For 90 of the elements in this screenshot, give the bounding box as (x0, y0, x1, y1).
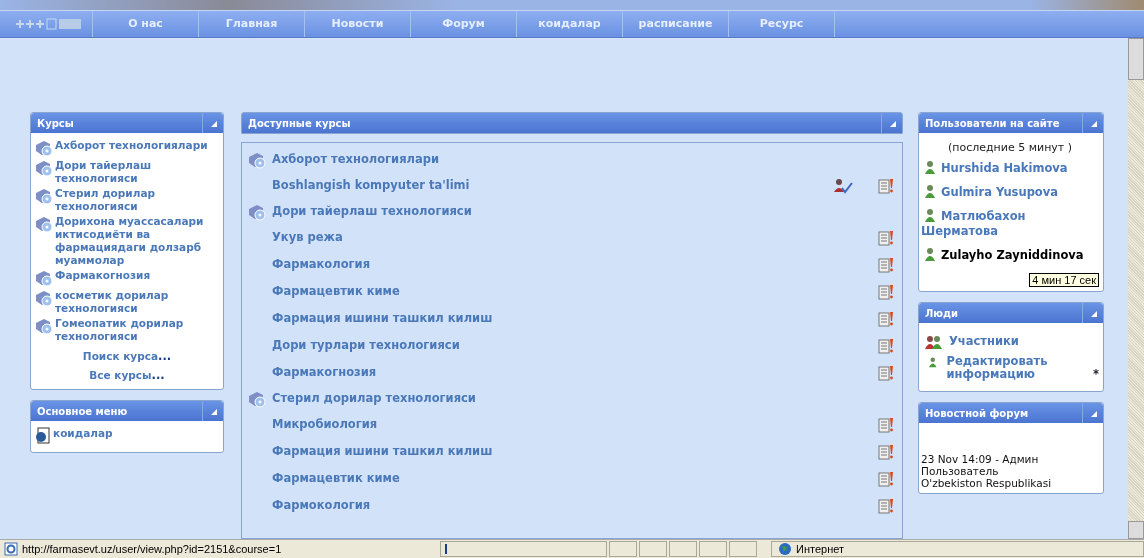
course-link[interactable]: Фармация ишини ташкил килиш (272, 312, 878, 325)
news-text: Пользователь (921, 465, 1000, 477)
course-link[interactable]: Фармокология (272, 499, 878, 512)
course-icon (248, 389, 266, 408)
url-text: http://farmasevt.uz/user/view.php?id=2151&course=1 (22, 543, 282, 555)
category-link[interactable]: Ахборот технологиялари (272, 153, 440, 166)
panel-title: Курсы (37, 117, 74, 129)
course-link[interactable]: Поиск курса (82, 350, 159, 362)
people-link[interactable]: Редактировать информацию (946, 355, 1089, 381)
status-panel (729, 541, 757, 557)
info-icon[interactable] (878, 310, 894, 327)
people-link[interactable]: Участники (949, 335, 1019, 348)
info-icon[interactable] (878, 364, 894, 381)
course-link[interactable]: Дорихона муассасалари иктисодиёти ва фармациядаги долзарб муаммолар (55, 215, 219, 267)
nav-tab[interactable]: Новости (304, 11, 410, 37)
nav-tab[interactable]: расписание (622, 11, 728, 37)
info-icon[interactable] (878, 470, 894, 487)
globe-icon (778, 542, 792, 556)
course-icon (35, 159, 53, 177)
news-text: O'zbekiston Respublikasi (921, 477, 1053, 489)
users-icon (925, 335, 943, 349)
info-icon[interactable] (878, 177, 894, 194)
course-link[interactable]: Фармация ишини ташкил килиш (272, 445, 878, 458)
info-icon[interactable] (878, 416, 894, 433)
info-icon[interactable] (878, 443, 894, 460)
panel-title: Основное меню (37, 405, 128, 417)
user-link[interactable]: Матлюбахон Шерматова (921, 208, 1099, 239)
required-mark: * (1093, 367, 1099, 381)
info-icon[interactable] (878, 283, 894, 300)
status-panel (639, 541, 667, 557)
course-link[interactable]: косметик дорилар технологияси (55, 289, 219, 315)
logo-icon (16, 17, 82, 31)
info-icon[interactable] (878, 337, 894, 354)
course-link[interactable]: Стерил дорилар технологияси (55, 187, 219, 213)
status-panel (699, 541, 727, 557)
course-icon (35, 289, 53, 307)
course-icon (35, 215, 53, 233)
nav-tab[interactable]: Ресурс (728, 11, 834, 37)
course-icon (248, 202, 266, 221)
status-panel (669, 541, 697, 557)
nav-tab[interactable]: коидалар (516, 11, 622, 37)
user-link[interactable]: Zulayho Zayniddinova (921, 247, 1099, 263)
course-link[interactable]: Фармацевтик киме (272, 472, 878, 485)
info-icon[interactable] (878, 497, 894, 514)
user-link[interactable]: Hurshida Hakimova (921, 160, 1099, 176)
user-link[interactable]: Gulmira Yusupova (921, 184, 1099, 200)
course-icon (35, 317, 53, 335)
course-link[interactable]: Фармакогнозия (272, 366, 878, 379)
info-icon[interactable] (878, 256, 894, 273)
course-link[interactable]: Фармацевтик киме (272, 285, 878, 298)
course-icon (35, 269, 53, 287)
user-icon (925, 160, 935, 174)
course-link[interactable]: Микробиология (272, 418, 878, 431)
tooltip: 4 мин 17 сек (1029, 273, 1099, 287)
course-link[interactable]: Дори турлари технологияси (272, 339, 878, 352)
menu-link[interactable]: коидалар (53, 427, 113, 440)
course-icon (248, 150, 266, 169)
course-link[interactable]: Укув режа (272, 231, 878, 244)
course-link[interactable]: Гомеопатик дорилар технологияси (55, 317, 219, 343)
course-link[interactable]: Дори тайерлаш технологияси (55, 159, 219, 185)
panel-title: Новостной форум (925, 407, 1029, 419)
course-link[interactable]: Фармакология (272, 258, 878, 271)
course-link[interactable]: Фармакогнозия (55, 269, 151, 282)
user-icon (929, 355, 937, 369)
page-icon (4, 542, 18, 556)
panel-title: Люди (925, 307, 959, 319)
ellipsis: ... (158, 349, 172, 363)
panel-title: Доступные курсы (248, 117, 351, 129)
info-icon[interactable] (878, 229, 894, 246)
ellipsis: ... (151, 368, 165, 382)
document-icon (35, 427, 51, 444)
user-icon (925, 247, 935, 261)
panel-title: Пользователи на сайте (925, 117, 1060, 129)
user-icon (925, 184, 935, 198)
course-icon (35, 187, 53, 205)
course-link[interactable]: Ахборот технологиялари (55, 139, 208, 152)
nav-tab[interactable]: Главная (198, 11, 304, 37)
scrollbar[interactable] (1128, 38, 1144, 539)
category-link[interactable]: Дори тайерлаш технологияси (272, 205, 472, 218)
course-link[interactable]: Boshlangish kompyuter ta'limi (272, 179, 833, 192)
category-link[interactable]: Стерил дорилар технологияси (272, 392, 476, 405)
course-icon (35, 139, 53, 157)
status-panel (609, 541, 637, 557)
course-link[interactable]: Все курсы (89, 369, 152, 381)
zone-text: Интернет (796, 543, 844, 555)
nav-tab[interactable]: Форум (410, 11, 516, 37)
news-text: 23 Nov 14:09 - Админ (921, 453, 1040, 465)
time-note: (последние 5 минут ) (946, 141, 1074, 154)
nav-tab[interactable]: О нас (92, 11, 198, 37)
user-icon (925, 208, 935, 222)
